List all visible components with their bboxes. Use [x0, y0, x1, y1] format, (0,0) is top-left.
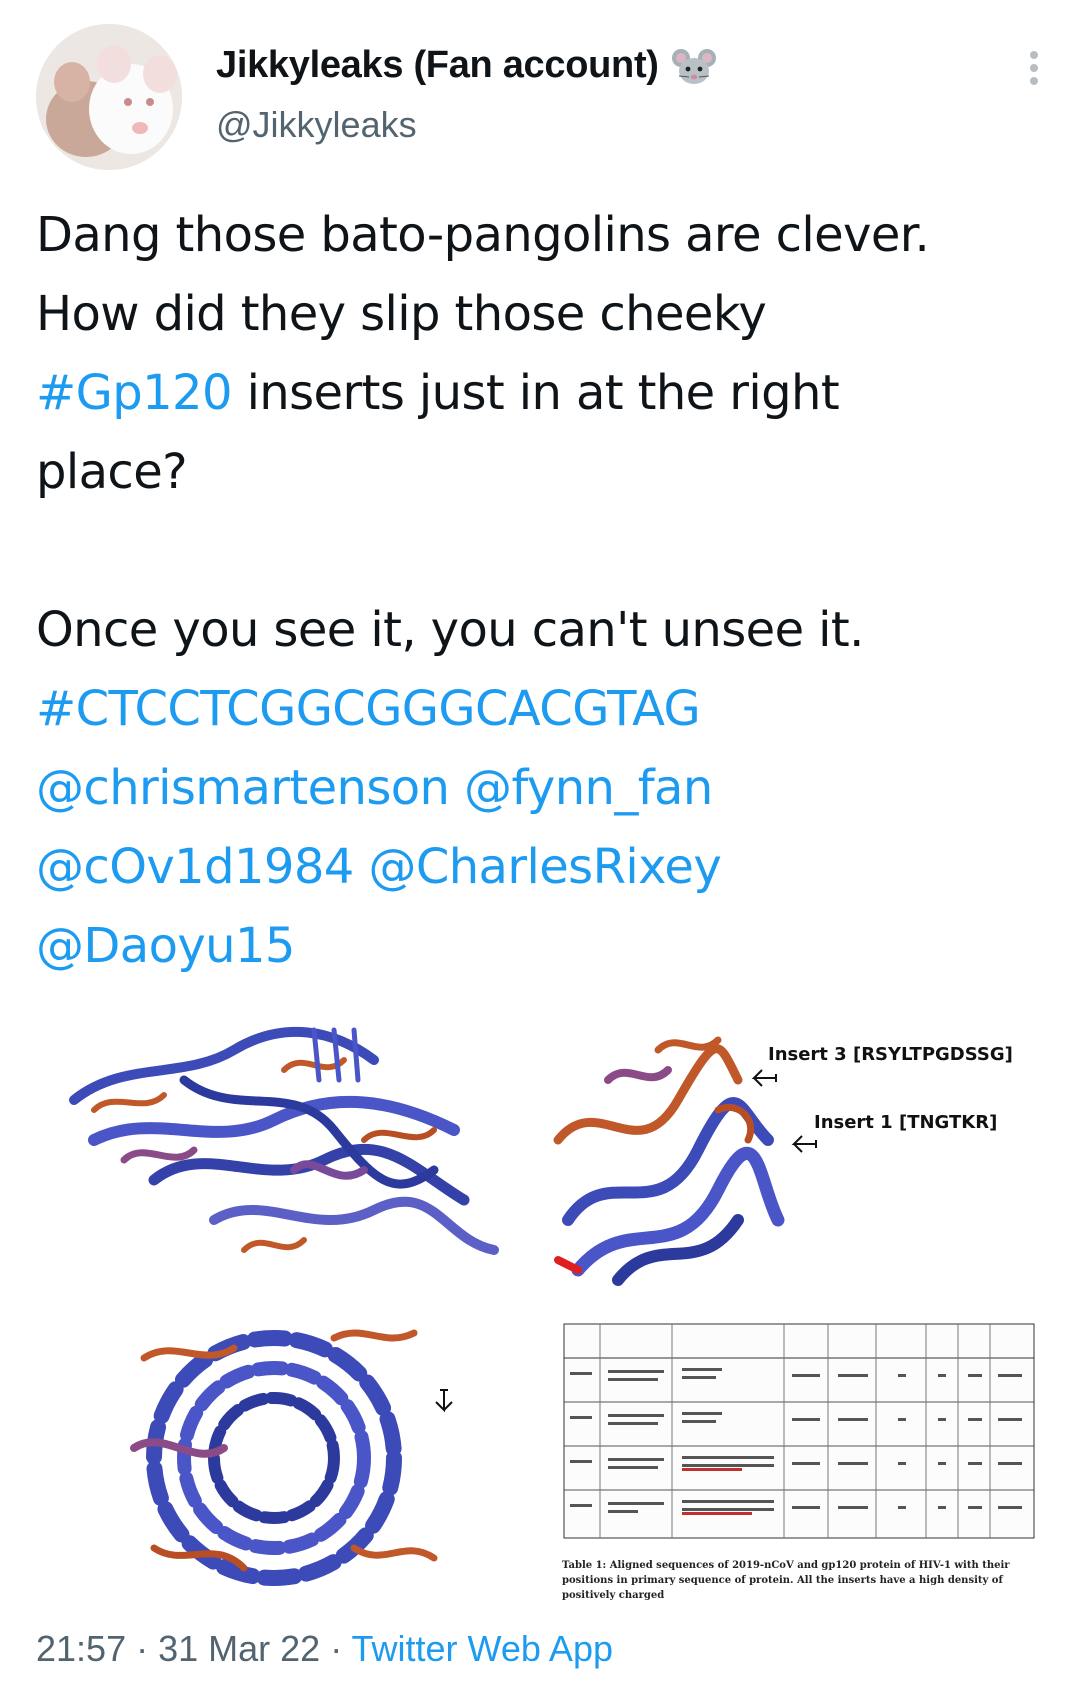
- tweet-line: How did they slip those cheeky: [36, 286, 767, 342]
- mention-daoyu15[interactable]: @Daoyu15: [36, 918, 295, 974]
- more-dot-icon: [1030, 51, 1038, 59]
- tweet-line: @Daoyu15: [36, 907, 1046, 986]
- protein-structure-image: [69, 1026, 499, 1255]
- hashtag-sequence[interactable]: #CTCCTCGGCGGGCACGTAG: [36, 681, 701, 737]
- meta-separator: ·: [126, 1628, 159, 1669]
- more-dot-icon: [1030, 77, 1038, 85]
- tweet-time[interactable]: 21:57: [36, 1628, 126, 1669]
- more-options-button[interactable]: [1022, 46, 1046, 90]
- avatar-image: [36, 24, 182, 170]
- sequence-table-image: [563, 1323, 1035, 1539]
- mouse-face-icon: [671, 48, 716, 84]
- tweet-line: Dang those bato-pangolins are clever.: [36, 207, 930, 263]
- avatar[interactable]: [36, 24, 182, 170]
- meta-separator: ·: [320, 1628, 352, 1669]
- media-grid: [34, 1020, 1046, 1592]
- mention-charlesrixey[interactable]: @CharlesRixey: [368, 839, 721, 895]
- arrow-left-icon: [791, 1135, 817, 1153]
- tweet-line: Once you see it, you can't unsee it.: [36, 602, 864, 658]
- protein-trimer-image: [130, 1329, 453, 1586]
- tweet-line: @chrismartenson @fynn_fan: [36, 749, 1046, 828]
- tweet-text: Dang those bato-pangolins are clever. Ho…: [36, 196, 1046, 986]
- media-image-3[interactable]: [34, 1318, 532, 1592]
- media-image-1[interactable]: [34, 1020, 532, 1294]
- display-name[interactable]: Jikkyleaks (Fan account): [216, 44, 659, 87]
- more-dot-icon: [1030, 64, 1038, 72]
- tweet-line: place?: [36, 444, 188, 500]
- hashtag-gp120[interactable]: #Gp120: [36, 365, 233, 421]
- tweet-header: Jikkyleaks (Fan account) @Jikkyleaks: [36, 24, 1046, 170]
- source-app-link[interactable]: Twitter Web App: [352, 1628, 613, 1669]
- tweet-line: #CTCCTCGGCGGGCACGTAG: [36, 670, 1046, 749]
- insert1-label: Insert 1 [TNGTKR]: [814, 1112, 998, 1133]
- mention-cov1d1984[interactable]: @cOv1d1984: [36, 839, 354, 895]
- user-handle[interactable]: @Jikkyleaks: [216, 104, 417, 146]
- mention-chrismartenson[interactable]: @chrismartenson: [36, 760, 450, 816]
- tweet-date[interactable]: 31 Mar 22: [158, 1628, 320, 1669]
- tweet-meta: 21:57 · 31 Mar 22 · Twitter Web App: [36, 1628, 613, 1670]
- arrow-down-icon: [435, 1389, 453, 1413]
- tweet-line: #Gp120 inserts just in at the right: [36, 354, 1046, 433]
- insert3-label: Insert 3 [RSYLTPGDSSG]: [768, 1044, 1013, 1065]
- tweet-line: @cOv1d1984 @CharlesRixey: [36, 828, 1046, 907]
- media-image-4[interactable]: [548, 1318, 1046, 1592]
- mention-fynn-fan[interactable]: @fynn_fan: [464, 760, 713, 816]
- tweet-text-fragment: inserts just in at the right: [231, 365, 840, 421]
- name-row: Jikkyleaks (Fan account): [216, 44, 717, 87]
- arrow-left-icon: [751, 1069, 777, 1087]
- table-caption: Table 1: Aligned sequences of 2019-nCoV …: [562, 1560, 1010, 1601]
